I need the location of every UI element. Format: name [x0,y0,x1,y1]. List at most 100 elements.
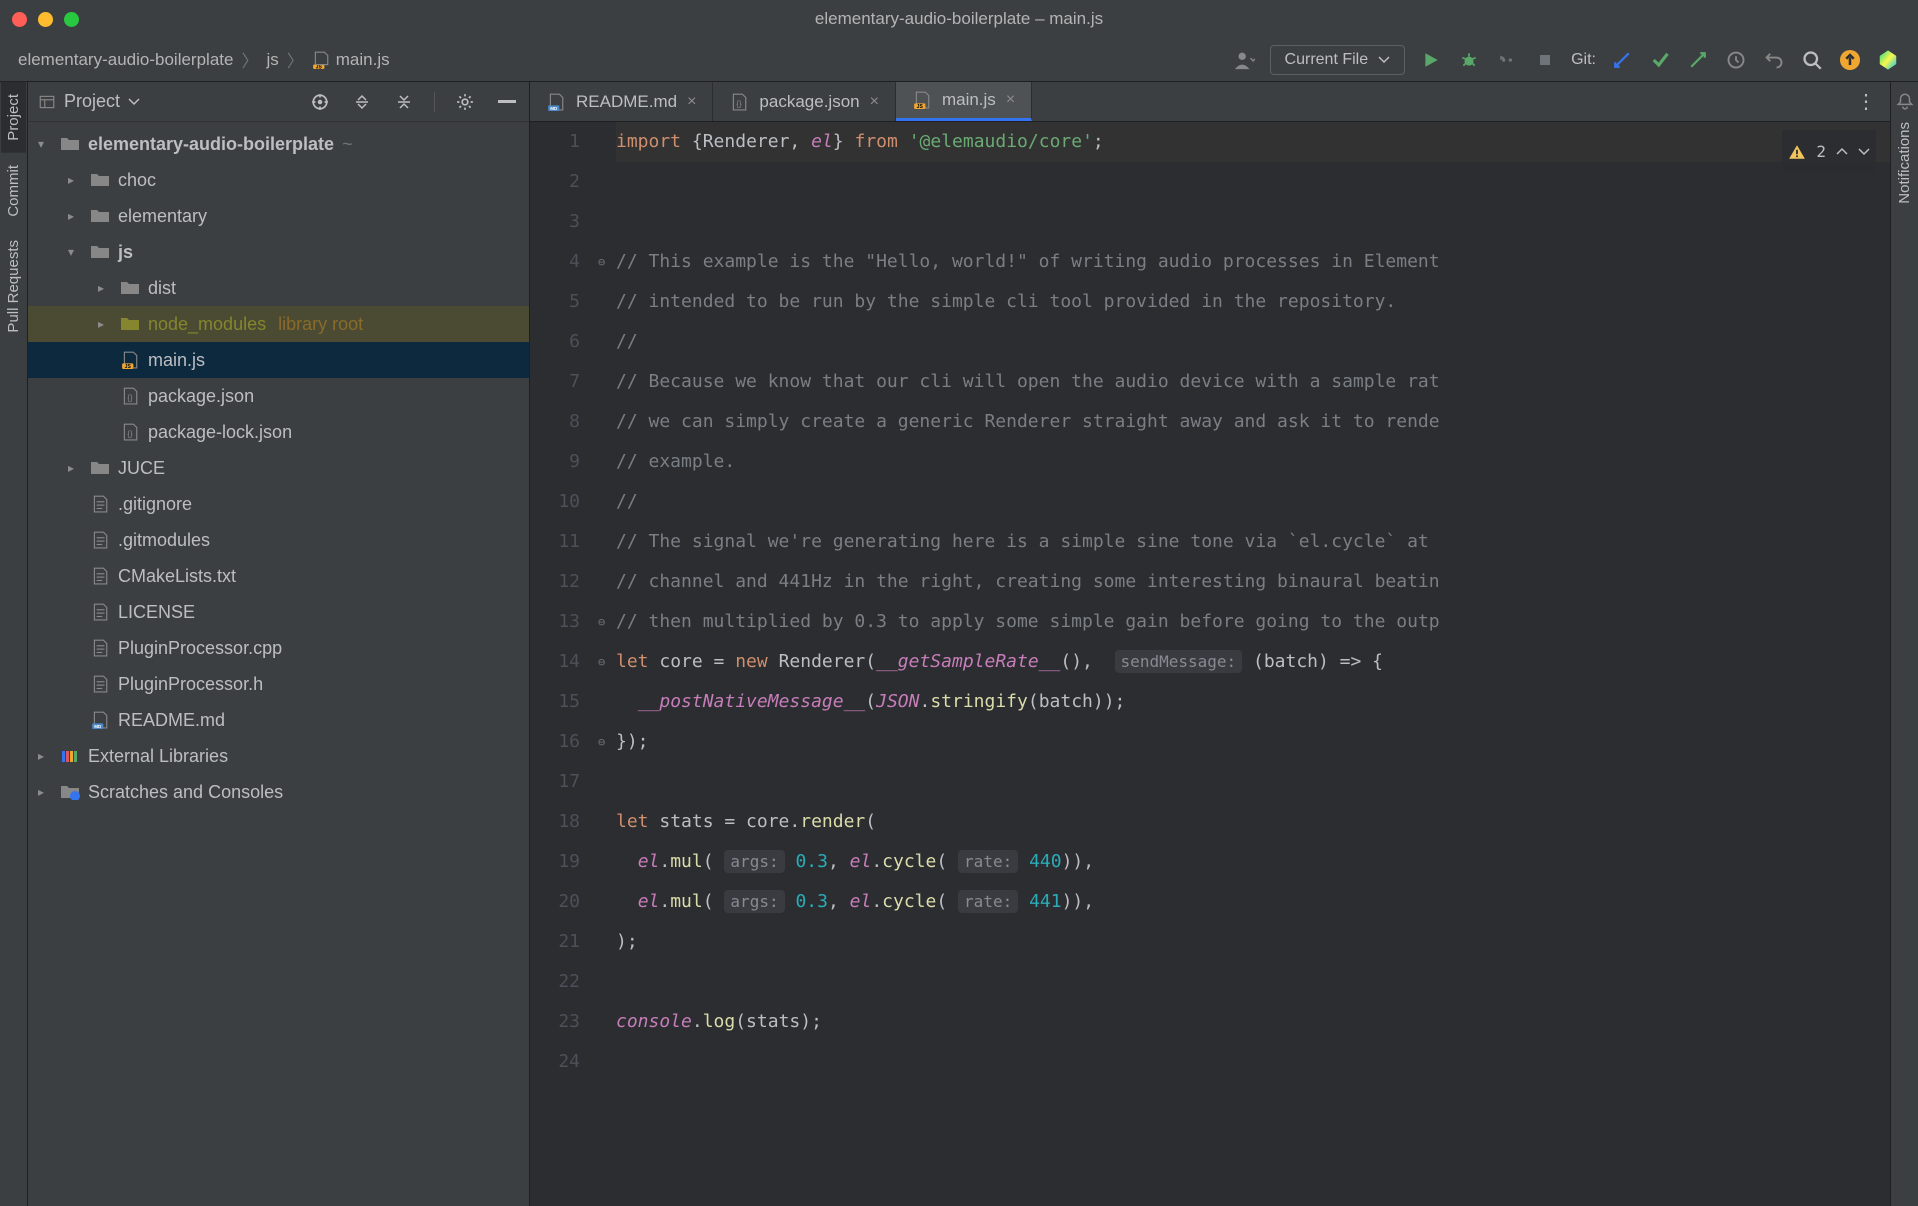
close-tab-icon[interactable]: × [870,93,879,111]
code-line-18[interactable]: let stats = core.render( [616,802,1890,842]
code-line-11[interactable]: // The signal we're generating here is a… [616,522,1890,562]
editor-body[interactable]: 123456789101112131415161718192021222324 … [530,122,1890,1206]
breadcrumb-root[interactable]: elementary-audio-boilerplate [18,50,233,70]
editor-tabs: MDREADME.md×{}package.json×JSmain.js× ⋮ [530,82,1890,122]
git-history-button[interactable] [1724,48,1748,72]
tree-root[interactable]: ▾elementary-audio-boilerplate ~ [28,126,529,162]
tree-item-cmakelists-txt[interactable]: CMakeLists.txt [28,558,529,594]
file-tree[interactable]: ▾elementary-audio-boilerplate ~▸choc▸ele… [28,122,529,1206]
code-line-14[interactable]: let core = new Renderer(__getSampleRate_… [616,642,1890,682]
tree-item-juce[interactable]: ▸JUCE [28,450,529,486]
tool-tab-commit[interactable]: Commit [1,153,26,229]
code-content[interactable]: import {Renderer, el} from '@elemaudio/c… [616,122,1890,1206]
tree-item-elementary[interactable]: ▸elementary [28,198,529,234]
tool-tab-notifications[interactable]: Notifications [1892,110,1917,216]
code-line-13[interactable]: // then multiplied by 0.3 to apply some … [616,602,1890,642]
search-button[interactable] [1800,48,1824,72]
tree-item-pluginprocessor-h[interactable]: PluginProcessor.h [28,666,529,702]
tree-item-choc[interactable]: ▸choc [28,162,529,198]
svg-text:MD: MD [550,105,558,110]
minimize-window-button[interactable] [38,12,53,27]
code-line-4[interactable]: // This example is the "Hello, world!" o… [616,242,1890,282]
code-line-8[interactable]: // we can simply create a generic Render… [616,402,1890,442]
svg-text:JS: JS [125,364,132,369]
git-update-button[interactable] [1610,48,1634,72]
tree-item-license[interactable]: LICENSE [28,594,529,630]
project-title[interactable]: Project [38,91,140,112]
tabs-more-button[interactable]: ⋮ [1842,82,1890,121]
tree-item--gitignore[interactable]: .gitignore [28,486,529,522]
editor-tab-main-js[interactable]: JSmain.js× [896,82,1032,121]
code-line-23[interactable]: console.log(stats); [616,1002,1890,1042]
code-line-22[interactable] [616,962,1890,1002]
chevron-up-icon[interactable] [1836,147,1848,157]
tree-item-dist[interactable]: ▸dist [28,270,529,306]
code-line-17[interactable] [616,762,1890,802]
editor-area: MDREADME.md×{}package.json×JSmain.js× ⋮ 1… [530,82,1890,1206]
project-panel: Project ▾elementary-audio-boilerplate ~▸… [28,82,530,1206]
code-line-2[interactable] [616,162,1890,202]
tree-item-readme-md[interactable]: MDREADME.md [28,702,529,738]
expand-all-button[interactable] [350,90,374,114]
tree-item-main-js[interactable]: JSmain.js [28,342,529,378]
tree-item-pluginprocessor-cpp[interactable]: PluginProcessor.cpp [28,630,529,666]
inspection-badge[interactable]: 2 [1782,130,1876,174]
svg-text:{}: {} [737,99,743,108]
tree-item-package-lock-json[interactable]: {}package-lock.json [28,414,529,450]
code-line-6[interactable]: // [616,322,1890,362]
tree-external-libraries[interactable]: ▸External Libraries [28,738,529,774]
chevron-right-icon: 〉 [287,47,304,72]
code-line-20[interactable]: el.mul( args: 0.3, el.cycle( rate: 441))… [616,882,1890,922]
chevron-down-icon[interactable] [1858,147,1870,157]
debug-button[interactable] [1457,48,1481,72]
code-line-19[interactable]: el.mul( args: 0.3, el.cycle( rate: 440))… [616,842,1890,882]
editor-tab-readme-md[interactable]: MDREADME.md× [530,82,713,121]
close-tab-icon[interactable]: × [687,93,696,111]
svg-text:MD: MD [94,724,102,729]
tool-tab-pull-requests[interactable]: Pull Requests [1,228,26,345]
git-revert-button[interactable] [1762,48,1786,72]
tree-item--gitmodules[interactable]: .gitmodules [28,522,529,558]
stop-button[interactable] [1533,48,1557,72]
code-line-5[interactable]: // intended to be run by the simple cli … [616,282,1890,322]
code-line-16[interactable]: }); [616,722,1890,762]
tool-tab-project[interactable]: Project [1,82,26,153]
tree-scratches[interactable]: ▸Scratches and Consoles [28,774,529,810]
collapse-all-button[interactable] [392,90,416,114]
select-opened-file-button[interactable] [308,90,332,114]
editor-tab-package-json[interactable]: {}package.json× [713,82,896,121]
code-line-15[interactable]: __postNativeMessage__(JSON.stringify(bat… [616,682,1890,722]
code-line-1[interactable]: import {Renderer, el} from '@elemaudio/c… [616,122,1890,162]
more-run-button[interactable] [1495,48,1519,72]
code-line-10[interactable]: // [616,482,1890,522]
code-line-7[interactable]: // Because we know that our cli will ope… [616,362,1890,402]
hide-panel-button[interactable] [495,90,519,114]
code-line-9[interactable]: // example. [616,442,1890,482]
ide-services-button[interactable] [1876,48,1900,72]
code-line-21[interactable]: ); [616,922,1890,962]
svg-text:{}: {} [127,430,133,439]
line-number-gutter[interactable]: 123456789101112131415161718192021222324 [530,122,598,1206]
settings-button[interactable] [453,90,477,114]
run-config-selector[interactable]: Current File [1270,45,1406,75]
window-title: elementary-audio-boilerplate – main.js [815,9,1103,29]
bell-icon[interactable] [1896,92,1914,110]
git-commit-button[interactable] [1648,48,1672,72]
ide-updates-button[interactable] [1838,48,1862,72]
tree-item-js[interactable]: ▾js [28,234,529,270]
close-window-button[interactable] [12,12,27,27]
code-line-3[interactable] [616,202,1890,242]
code-line-12[interactable]: // channel and 441Hz in the right, creat… [616,562,1890,602]
breadcrumb: elementary-audio-boilerplate 〉 js 〉 JS m… [18,47,390,72]
git-push-button[interactable] [1686,48,1710,72]
run-button[interactable] [1419,48,1443,72]
fold-gutter[interactable]: ⊖⊖⊖⊖ [598,122,616,1206]
user-icon[interactable] [1232,48,1256,72]
code-line-24[interactable] [616,1042,1890,1082]
breadcrumb-folder[interactable]: js [266,50,278,70]
tree-item-package-json[interactable]: {}package.json [28,378,529,414]
breadcrumb-file[interactable]: JS main.js [312,50,390,70]
maximize-window-button[interactable] [64,12,79,27]
tree-item-node-modules[interactable]: ▸node_moduleslibrary root [28,306,529,342]
close-tab-icon[interactable]: × [1006,91,1015,109]
